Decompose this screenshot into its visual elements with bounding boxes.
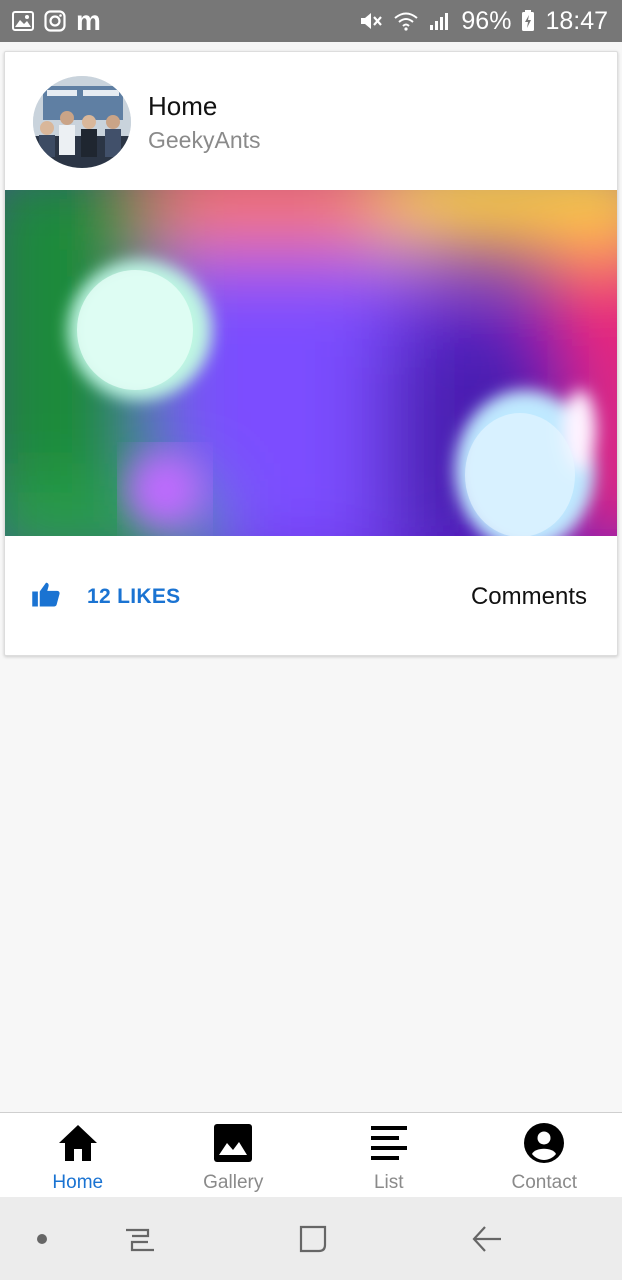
account-circle-icon [524,1122,565,1164]
thumbs-up-icon [31,580,61,613]
system-nav-bar [0,1197,622,1280]
status-right: 96% 18:47 [359,7,608,36]
card-title: Home [148,91,218,121]
bottom-tab-bar: Home Gallery List Contact [0,1112,622,1197]
battery-charging-icon [521,10,535,32]
home-icon [58,1122,98,1164]
signal-icon [429,11,451,31]
bokeh-light-image [5,190,617,536]
like-button[interactable]: 12 LIKES [31,580,180,613]
status-bar: m 96% 18:47 [0,0,622,42]
image-icon [214,1122,253,1164]
avatar[interactable] [33,76,131,168]
home-square-icon[interactable] [293,1221,333,1257]
back-icon[interactable] [467,1221,507,1257]
tab-label-contact: Contact [511,1172,577,1193]
post-card: Home GeekyAnts 12 LIKES Comments [4,51,618,656]
tab-home[interactable]: Home [0,1113,156,1197]
wifi-icon [393,11,419,31]
status-left: m [12,7,101,35]
dot-indicator [22,1221,62,1257]
tab-label-list: List [373,1172,404,1193]
clock: 18:47 [545,6,608,35]
recent-apps-icon[interactable] [120,1221,160,1257]
tab-list[interactable]: List [311,1113,467,1197]
instagram-icon [44,10,66,32]
gallery-notification-icon [12,11,34,31]
card-footer: 12 LIKES Comments [5,536,617,656]
tab-gallery[interactable]: Gallery [156,1113,312,1197]
comments-button[interactable]: Comments [471,583,587,611]
tab-label-gallery: Gallery [203,1172,264,1193]
card-image[interactable] [5,190,617,536]
battery-percent: 96% [461,6,512,35]
card-subtitle: GeekyAnts [148,127,261,153]
m-app-icon: m [76,5,101,36]
list-icon [370,1122,407,1164]
avatar-group-photo-icon [33,76,131,168]
likes-count: 12 LIKES [87,584,181,608]
tab-label-home: Home [52,1172,104,1193]
mute-icon [359,10,383,32]
tab-contact[interactable]: Contact [467,1113,622,1197]
card-header: Home GeekyAnts [5,52,617,190]
